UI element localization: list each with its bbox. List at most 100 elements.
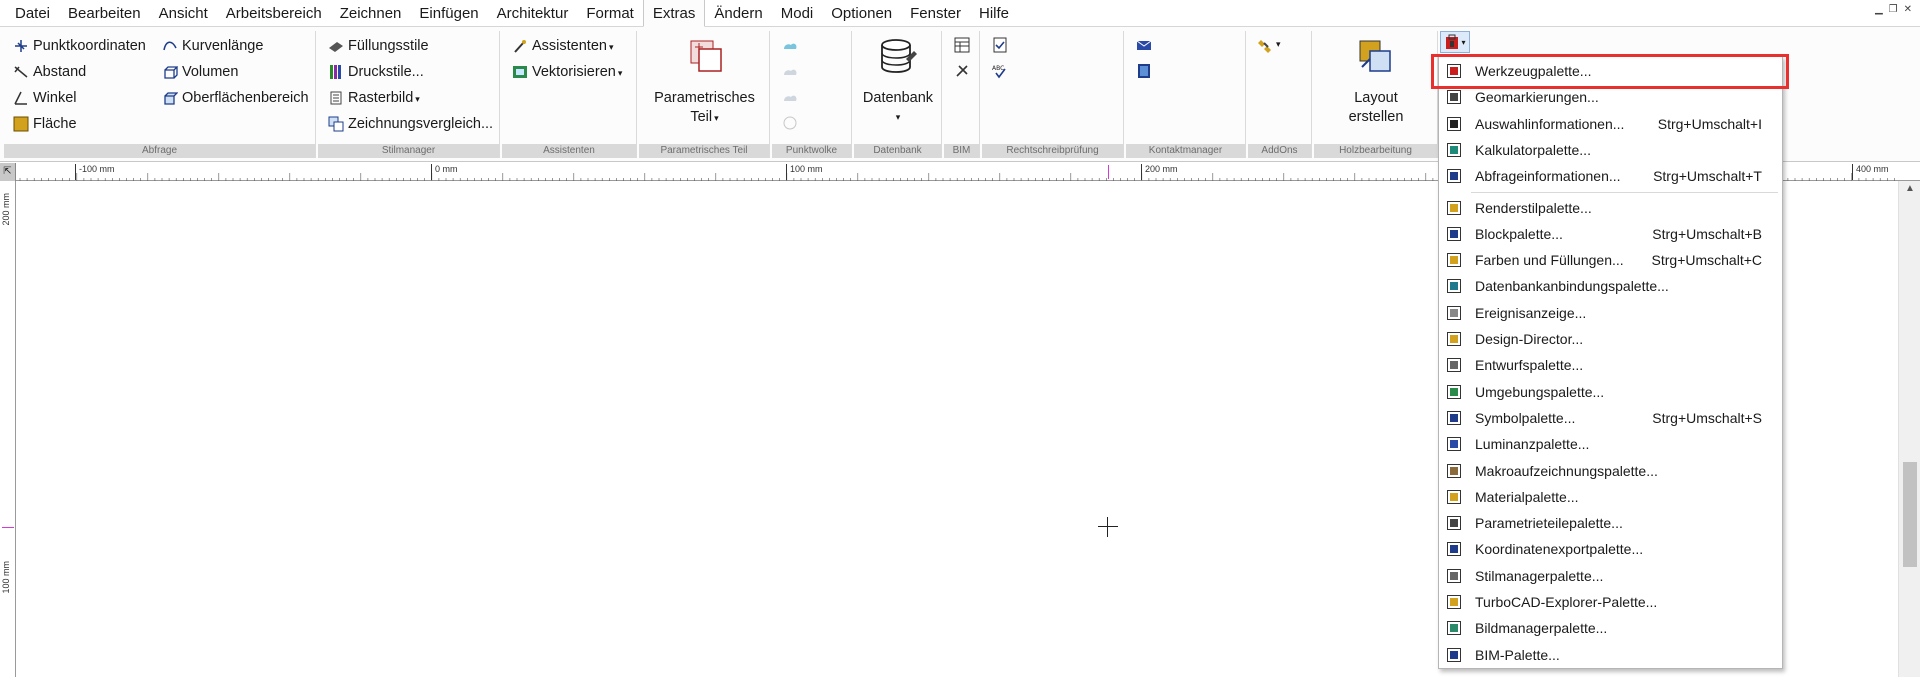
oberflaechenbereich-button[interactable]: Oberflächenbereich [162,87,309,109]
zeichnungsvergleich-button[interactable]: Zeichnungsvergleich... [328,113,493,135]
menu-item-farben-und-füllungen[interactable]: Farben und Füllungen... Strg+Umschalt+C [1439,247,1782,273]
menu-einfuegen[interactable]: Einfügen [410,0,487,27]
punktkoordinaten-label: Punktkoordinaten [33,38,146,54]
minimize-icon[interactable]: ▁ [1875,4,1883,15]
menu-item-bildmanagerpalette[interactable]: Bildmanagerpalette... [1439,615,1782,641]
fuellungsstile-button[interactable]: Füllungsstile [328,35,429,57]
ruler-corner[interactable]: ⇱ [0,163,16,181]
menu-item-ereignisanzeige[interactable]: Ereignisanzeige... [1439,300,1782,326]
layout-erstellen-button[interactable]: Layout erstellen [1318,37,1434,127]
menu-item-luminanzpalette[interactable]: Luminanzpalette... [1439,431,1782,457]
spellcheck-abc-icon[interactable]: ABC [992,63,1008,79]
curve-length-icon [162,38,178,54]
menu-item-koordinatenexportpalette[interactable]: Koordinatenexportpalette... [1439,536,1782,562]
menu-item-design-director[interactable]: Design-Director... [1439,326,1782,352]
menu-modi[interactable]: Modi [772,0,823,27]
flaeche-button[interactable]: Fläche [13,113,77,135]
point-cloud-view-icon[interactable] [782,115,798,131]
parametrisches-teil-button[interactable]: Parametrisches Teil [647,37,762,128]
menu-item-turbocad-explorer-palette[interactable]: TurboCAD-Explorer-Palette... [1439,589,1782,615]
spellcheck-doc-icon[interactable] [992,37,1008,53]
vektorisieren-button[interactable]: Vektorisieren [512,61,622,83]
assistenten-button[interactable]: Assistenten [512,35,614,57]
palettes-dropdown-button[interactable]: ▾ [1440,31,1470,53]
menu-item-kalkulatorpalette[interactable]: Kalkulatorpalette... [1439,137,1782,163]
group-kontaktmanager: Kontaktmanager [1126,31,1246,158]
menu-item-bim-palette[interactable]: BIM-Palette... [1439,642,1782,668]
menu-item-label: TurboCAD-Explorer-Palette... [1475,594,1658,610]
print-style-icon [328,64,344,80]
parametrisches-teil-label-2: Teil [690,108,718,128]
abstand-button[interactable]: Abstand [13,61,86,83]
explorer-icon [1446,594,1462,610]
menu-item-abfrageinformationen[interactable]: Abfrageinformationen... Strg+Umschalt+T [1439,163,1782,189]
point-cloud-icon[interactable] [782,37,798,53]
menu-item-label: Kalkulatorpalette... [1475,141,1591,158]
address-book-icon[interactable] [1136,63,1152,79]
menu-item-renderstilpalette[interactable]: Renderstilpalette... [1439,195,1782,221]
menu-fenster[interactable]: Fenster [901,0,970,27]
h-ruler-label: 200 mm [1141,164,1178,180]
environment-icon [1446,384,1462,400]
layout-erstellen-label-1: Layout [1354,90,1398,106]
crosshair-cursor [1098,517,1118,537]
volumen-button[interactable]: Volumen [162,61,238,83]
menu-bearbeiten[interactable]: Bearbeiten [59,0,150,27]
druckstile-label: Druckstile... [348,64,424,80]
group-label-rechtschreibpruefung: Rechtschreibprüfung [982,144,1123,158]
rasterbild-button[interactable]: Rasterbild [328,87,420,109]
h-ruler-label: 400 mm [1852,164,1889,180]
menu-item-blockpalette[interactable]: Blockpalette... Strg+Umschalt+B [1439,221,1782,247]
menu-item-parametrieteilepalette[interactable]: Parametrieteilepalette... [1439,510,1782,536]
menu-architektur[interactable]: Architektur [488,0,578,27]
v-ruler-label: 200 mm [1,193,11,226]
chevron-down-icon[interactable]: ▾ [1276,39,1281,50]
vectorize-icon [512,64,528,80]
menu-item-materialpalette[interactable]: Materialpalette... [1439,484,1782,510]
menu-item-entwurfspalette[interactable]: Entwurfspalette... [1439,352,1782,378]
assistenten-label: Assistenten [532,38,614,54]
menu-arbeitsbereich[interactable]: Arbeitsbereich [217,0,331,27]
menu-optionen[interactable]: Optionen [822,0,901,27]
volumen-label: Volumen [182,64,239,80]
punktkoordinaten-button[interactable]: Punktkoordinaten [13,35,146,57]
menu-item-auswahlinformationen[interactable]: Auswahlinformationen... Strg+Umschalt+I [1439,111,1782,137]
bim-table-icon[interactable] [954,37,970,53]
mail-icon[interactable] [1136,37,1152,53]
colors-icon [1446,252,1462,268]
winkel-button[interactable]: Winkel [13,87,77,109]
raster-image-icon [328,90,344,106]
druckstile-button[interactable]: Druckstile... [328,61,424,83]
kurvenlaenge-button[interactable]: Kurvenlänge [162,35,263,57]
menu-item-makroaufzeichnungspalette[interactable]: Makroaufzeichnungspalette... [1439,458,1782,484]
highlight-annotation [1431,54,1789,89]
point-cloud-export-icon[interactable] [782,89,798,105]
menu-item-symbolpalette[interactable]: Symbolpalette... Strg+Umschalt+S [1439,405,1782,431]
datenbank-button[interactable]: Datenbank ▾ [858,37,938,127]
restore-icon[interactable]: ❐ [1889,4,1898,15]
close-icon[interactable]: ✕ [1904,4,1912,15]
menu-ansicht[interactable]: Ansicht [150,0,217,27]
menu-zeichnen[interactable]: Zeichnen [331,0,411,27]
menu-item-stilmanagerpalette[interactable]: Stilmanagerpalette... [1439,563,1782,589]
distance-icon [13,64,29,80]
menu-item-umgebungspalette[interactable]: Umgebungspalette... [1439,379,1782,405]
satellite-icon[interactable] [1258,37,1274,53]
rasterbild-label: Rasterbild [348,90,420,106]
menu-aendern[interactable]: Ändern [705,0,771,27]
vertical-scrollbar[interactable]: ▲ [1898,181,1920,677]
menu-item-label: Blockpalette... [1475,225,1563,242]
menu-extras[interactable]: Extras [642,0,706,27]
menu-datei[interactable]: Datei [6,0,59,27]
menu-format[interactable]: Format [577,0,643,27]
menu-item-datenbankanbindungspalette[interactable]: Datenbankanbindungspalette... [1439,273,1782,299]
menu-bar: Datei Bearbeiten Ansicht Arbeitsbereich … [0,0,1920,27]
scrollbar-thumb[interactable] [1903,462,1917,567]
event-icon [1446,305,1462,321]
bim-tools-icon[interactable] [954,63,970,79]
parametrisches-teil-label-1: Parametrisches [654,90,755,106]
point-cloud-import-icon[interactable] [782,63,798,79]
group-holzbearbeitung: Layout erstellen Holzbearbeitung [1314,31,1438,158]
menu-hilfe[interactable]: Hilfe [970,0,1018,27]
scroll-up-icon[interactable]: ▲ [1899,183,1920,199]
